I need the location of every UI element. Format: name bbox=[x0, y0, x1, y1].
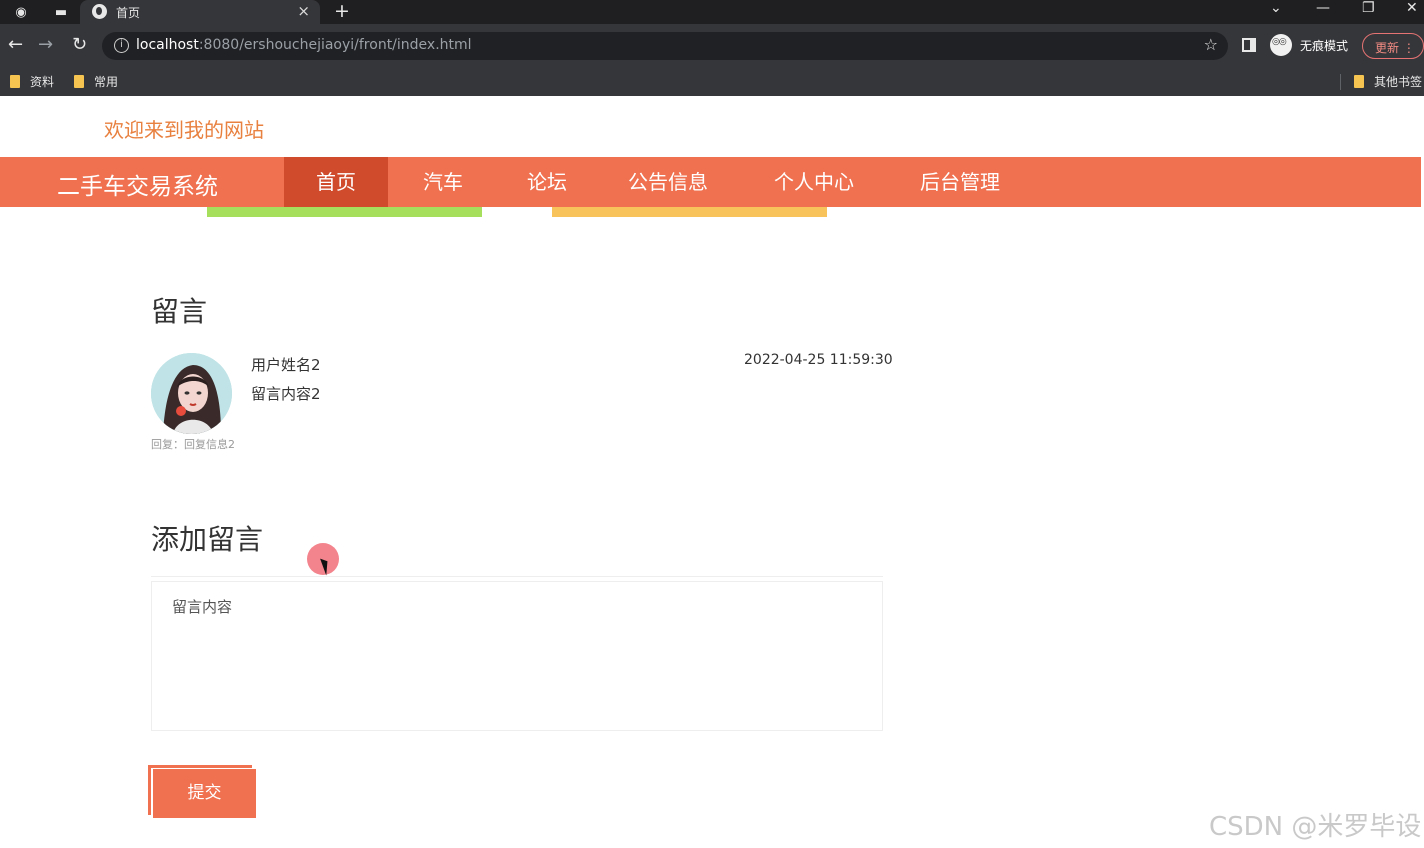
bookmarks-divider bbox=[1340, 74, 1341, 90]
message-user-name: 用户姓名2 bbox=[251, 356, 321, 374]
info-icon[interactable]: i bbox=[114, 38, 129, 53]
folder-icon bbox=[1354, 75, 1364, 88]
minimize-icon[interactable]: — bbox=[1316, 0, 1330, 16]
decor-strip-yellow bbox=[552, 207, 827, 217]
incognito-label: 无痕模式 bbox=[1300, 39, 1349, 53]
side-panel-icon[interactable] bbox=[1242, 38, 1256, 52]
bookmark-folder-ziliao[interactable]: 资料 bbox=[10, 73, 54, 90]
avatar bbox=[151, 353, 232, 434]
url-text[interactable]: localhost:8080/ershouchejiaoyi/front/ind… bbox=[136, 37, 472, 53]
page-content: 欢迎来到我的网站 二手车交易系统 首页 汽车 论坛 公告信息 个人中心 后台管理… bbox=[0, 96, 1424, 848]
message-timestamp: 2022-04-25 11:59:30 bbox=[744, 352, 893, 368]
restore-icon[interactable]: ❐ bbox=[1362, 0, 1375, 16]
nav-item-forum[interactable]: 论坛 bbox=[504, 157, 590, 207]
site-title[interactable]: 二手车交易系统 bbox=[57, 167, 218, 201]
browser-toolbar: ← → ↻ i localhost:8080/ershouchejiaoyi/f… bbox=[0, 24, 1424, 68]
avatar-portrait-image bbox=[151, 353, 232, 434]
bookmark-star-icon[interactable]: ☆ bbox=[1204, 35, 1218, 54]
bookmarks-bar: 资料 常用 其他书签 bbox=[0, 68, 1424, 96]
favicon-globe-icon bbox=[92, 4, 107, 19]
messages-title: 留言 bbox=[151, 295, 208, 328]
message-reply: 回复：回复信息2 bbox=[151, 438, 235, 451]
address-bar[interactable]: i localhost:8080/ershouchejiaoyi/front/i… bbox=[102, 32, 1228, 60]
welcome-text: 欢迎来到我的网站 bbox=[104, 118, 264, 142]
window-close-icon[interactable]: ✕ bbox=[1406, 0, 1418, 16]
reload-icon[interactable]: ↻ bbox=[72, 34, 87, 55]
nav-item-notices[interactable]: 公告信息 bbox=[612, 157, 724, 207]
submit-button[interactable]: 提交 bbox=[153, 769, 256, 818]
nav-item-admin[interactable]: 后台管理 bbox=[904, 157, 1016, 207]
incognito-icon[interactable] bbox=[1270, 34, 1292, 56]
close-icon[interactable]: × bbox=[297, 2, 310, 20]
nav-item-cars[interactable]: 汽车 bbox=[400, 157, 486, 207]
main-navbar: 二手车交易系统 首页 汽车 论坛 公告信息 个人中心 后台管理 bbox=[0, 157, 1421, 207]
add-message-title: 添加留言 bbox=[151, 523, 264, 556]
new-tab-button[interactable]: + bbox=[334, 0, 350, 22]
folder-icon bbox=[10, 75, 20, 88]
nav-item-home[interactable]: 首页 bbox=[284, 157, 388, 207]
back-arrow-icon[interactable]: ← bbox=[8, 34, 23, 55]
browser-tab-bar: ◉ ▬ 首页 × + ⌄ — ❐ ✕ bbox=[0, 0, 1424, 24]
forward-arrow-icon[interactable]: → bbox=[38, 34, 53, 55]
message-content-textarea[interactable] bbox=[151, 581, 883, 731]
bookmark-folder-other[interactable]: 其他书签 bbox=[1354, 73, 1422, 90]
browser-tab-active[interactable]: 首页 × bbox=[80, 0, 320, 24]
globe-icon[interactable]: ◉ bbox=[12, 3, 30, 21]
update-button[interactable]: 更新 ⋮ bbox=[1362, 33, 1424, 59]
chevron-down-icon[interactable]: ⌄ bbox=[1270, 0, 1282, 16]
tab-group-icon[interactable]: ▬ bbox=[52, 3, 70, 21]
nav-item-profile[interactable]: 个人中心 bbox=[758, 157, 870, 207]
tab-title: 首页 bbox=[116, 6, 141, 20]
bookmark-folder-changyong[interactable]: 常用 bbox=[74, 73, 118, 90]
folder-icon bbox=[74, 75, 84, 88]
form-divider bbox=[151, 576, 883, 577]
watermark-text: CSDN @米罗毕设 bbox=[1209, 812, 1422, 842]
decor-strip-green bbox=[207, 207, 482, 217]
message-content: 留言内容2 bbox=[251, 385, 321, 403]
